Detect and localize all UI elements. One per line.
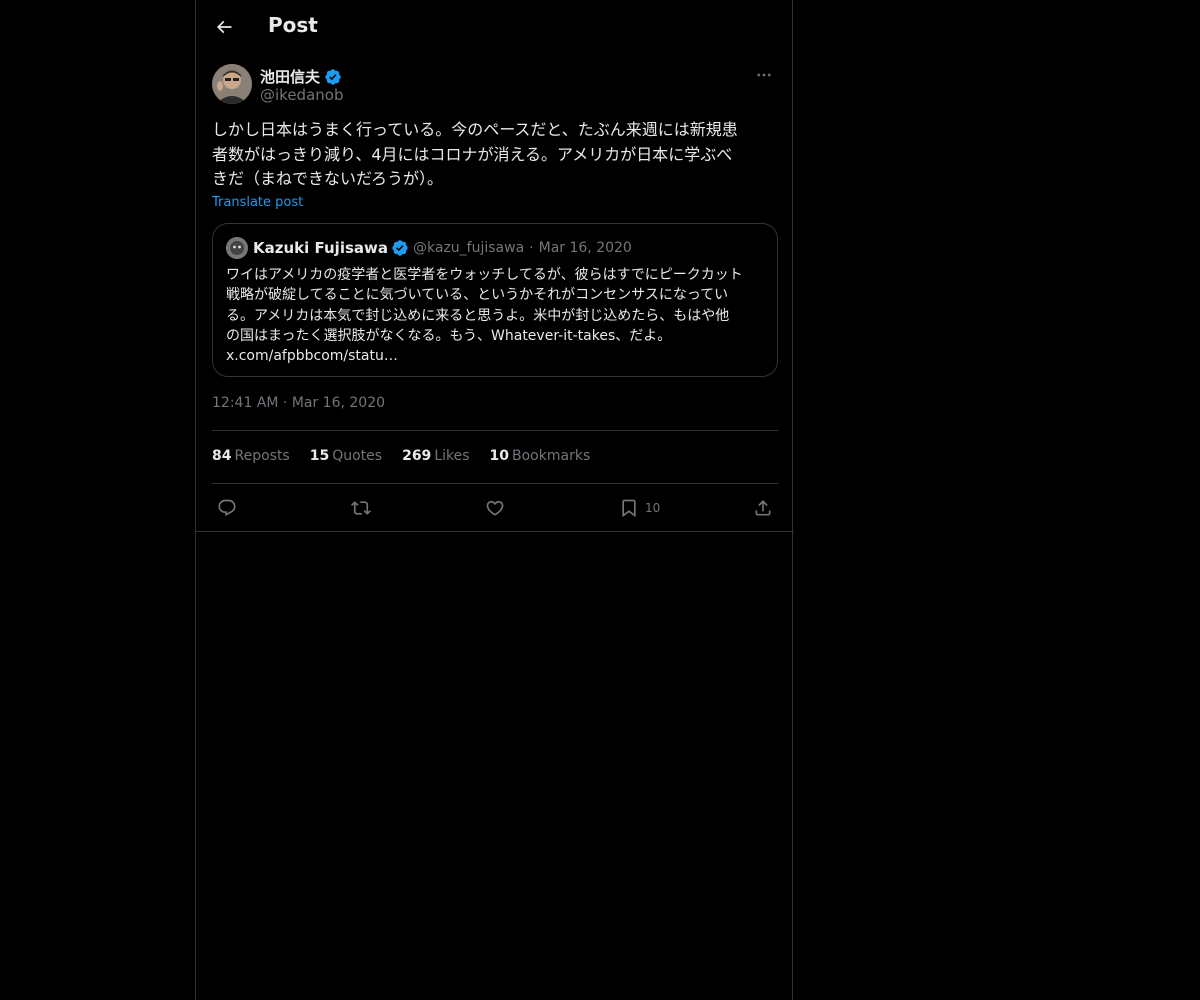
reply-icon xyxy=(218,499,236,517)
header: Post xyxy=(196,0,794,53)
translate-post-link[interactable]: Translate post xyxy=(212,195,303,210)
author-handle[interactable]: @ikedanob xyxy=(260,86,343,104)
stat-quotes[interactable]: 15 Quotes xyxy=(310,448,382,468)
quoted-post[interactable]: Kazuki Fujisawa @kazu_fujisawa · Mar 16,… xyxy=(212,223,778,377)
post-column: Post 池田信夫 @ikedanob しかし日本はうまく行っている。今のペース… xyxy=(195,0,794,1000)
reply-button[interactable] xyxy=(217,494,237,522)
separator-dot: · xyxy=(529,240,534,256)
bookmark-count: 10 xyxy=(645,501,661,515)
back-button[interactable] xyxy=(210,13,238,41)
stat-reposts[interactable]: 84 Reposts xyxy=(212,448,290,468)
verified-badge-icon xyxy=(392,240,408,256)
bookmark-button[interactable]: 10 xyxy=(619,494,660,522)
post-timestamp[interactable]: 12:41 AM · Mar 16, 2020 xyxy=(212,395,385,411)
share-button[interactable] xyxy=(753,494,773,522)
divider xyxy=(212,483,778,484)
stat-bookmarks[interactable]: 10 Bookmarks xyxy=(490,448,591,468)
verified-badge-icon xyxy=(325,68,341,85)
like-button[interactable] xyxy=(485,494,505,522)
more-button[interactable] xyxy=(750,64,778,86)
repost-button[interactable] xyxy=(351,494,371,522)
quote-link[interactable]: x.com/afpbbcom/statu… xyxy=(226,346,766,366)
divider xyxy=(196,531,794,532)
quote-author-name[interactable]: Kazuki Fujisawa xyxy=(253,239,388,257)
share-icon xyxy=(755,500,771,516)
divider xyxy=(212,430,778,431)
like-icon xyxy=(486,500,504,516)
repost-icon xyxy=(351,501,371,515)
quote-author-handle[interactable]: @kazu_fujisawa xyxy=(413,240,524,256)
quote-header: Kazuki Fujisawa @kazu_fujisawa · Mar 16,… xyxy=(226,237,632,259)
stat-likes[interactable]: 269 Likes xyxy=(402,448,469,468)
post-text: しかし日本はうまく行っている。今のペースだと、たぶん来週には新規患 者数がはっき… xyxy=(212,120,738,188)
bookmark-icon xyxy=(622,499,636,518)
author-name[interactable]: 池田信夫 xyxy=(260,66,342,87)
back-arrow-icon xyxy=(216,20,232,34)
avatar[interactable] xyxy=(212,64,252,104)
action-bar: 10 xyxy=(196,490,794,526)
quote-text: ワイはアメリカの疫学者と医学者をウォッチしてるが、彼らはすでにピークカット 戦略… xyxy=(226,265,766,366)
post-author: 池田信夫 @ikedanob xyxy=(212,64,778,108)
page-title: Post xyxy=(268,13,318,37)
post-stats: 84 Reposts 15 Quotes 269 Likes 10 Bookmarks xyxy=(212,448,590,468)
quote-date[interactable]: Mar 16, 2020 xyxy=(539,240,632,256)
more-icon xyxy=(757,73,771,77)
quote-avatar[interactable] xyxy=(226,237,248,259)
